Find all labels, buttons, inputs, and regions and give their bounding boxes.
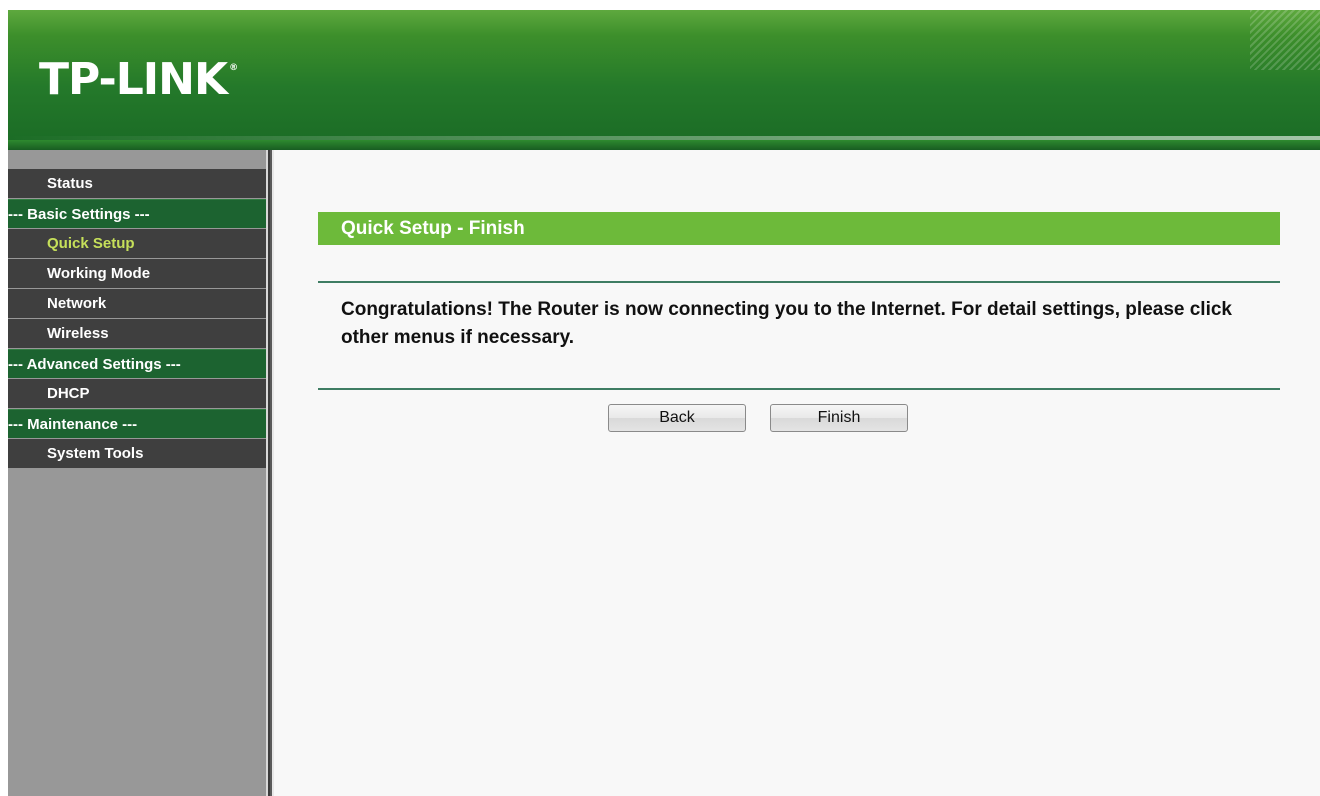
registered-mark: ® bbox=[229, 63, 239, 73]
finish-button[interactable]: Finish bbox=[770, 404, 908, 432]
header-stripe-decoration bbox=[1250, 10, 1320, 70]
sidebar-item-working-mode[interactable]: Working Mode bbox=[8, 259, 266, 288]
back-button[interactable]: Back bbox=[608, 404, 746, 432]
sidebar-group-maintenance[interactable]: --- Maintenance --- bbox=[8, 409, 266, 438]
sidebar-item-dhcp[interactable]: DHCP bbox=[8, 379, 266, 408]
tp-link-logo: TP-LINK ® bbox=[39, 58, 238, 102]
divider-bottom bbox=[318, 388, 1280, 390]
menu-list: Status --- Basic Settings --- Quick Setu… bbox=[8, 169, 266, 469]
main-content: Quick Setup - Finish Congratulations! Th… bbox=[274, 150, 1320, 796]
divider-top bbox=[318, 281, 1280, 283]
sidebar-item-network[interactable]: Network bbox=[8, 289, 266, 318]
sidebar-item-quick-setup[interactable]: Quick Setup bbox=[8, 229, 266, 258]
sidebar-group-advanced-settings[interactable]: --- Advanced Settings --- bbox=[8, 349, 266, 378]
sidebar-divider bbox=[266, 150, 274, 796]
page-title: Quick Setup - Finish bbox=[341, 218, 525, 239]
sidebar-item-wireless[interactable]: Wireless bbox=[8, 319, 266, 348]
header-baseline bbox=[8, 140, 1320, 150]
congratulations-message: Congratulations! The Router is now conne… bbox=[341, 299, 1232, 348]
sidebar-item-status[interactable]: Status bbox=[8, 169, 266, 198]
sidebar-menu: Status --- Basic Settings --- Quick Setu… bbox=[8, 150, 266, 796]
header-banner: TP-LINK ® bbox=[8, 10, 1320, 150]
logo-text: TP-LINK bbox=[39, 54, 228, 105]
sidebar-group-basic-settings[interactable]: --- Basic Settings --- bbox=[8, 199, 266, 228]
page-title-bar: Quick Setup - Finish bbox=[318, 212, 1280, 245]
sidebar-item-system-tools[interactable]: System Tools bbox=[8, 439, 266, 468]
